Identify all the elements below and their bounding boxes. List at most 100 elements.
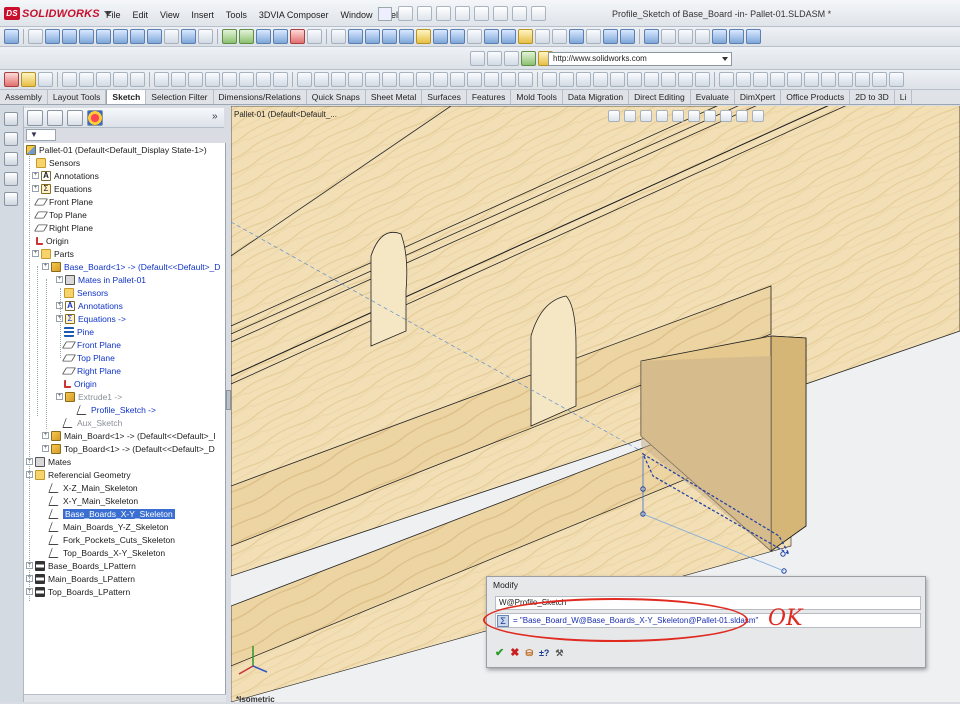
tab-surfaces[interactable]: Surfaces <box>422 90 467 104</box>
toolbar-tool-icon[interactable] <box>348 29 363 44</box>
toolbar-tool-icon[interactable] <box>96 29 111 44</box>
open-icon[interactable] <box>417 6 432 21</box>
new-document-icon[interactable] <box>398 6 413 21</box>
toolbar-tool-icon[interactable] <box>644 29 659 44</box>
sketch-tool-icon[interactable] <box>62 72 77 87</box>
sketch-tool-icon[interactable] <box>518 72 533 87</box>
sketch-tool-icon[interactable] <box>433 72 448 87</box>
tree-base-board-annotations[interactable]: + A Annotations <box>56 299 123 312</box>
toolbar-tool-icon[interactable] <box>586 29 601 44</box>
toolbar-tool-icon[interactable] <box>535 29 550 44</box>
sketch-tool-icon[interactable] <box>222 72 237 87</box>
tree-main-boards-yz-skeleton[interactable]: Main_Boards_Y-Z_Skeleton <box>48 520 169 533</box>
rebuild-icon[interactable] <box>512 6 527 21</box>
property-tab-icon[interactable] <box>47 110 63 126</box>
toolbar-tool-icon[interactable] <box>467 29 482 44</box>
toolbar-tool-icon[interactable] <box>433 29 448 44</box>
toolbar-tool-icon[interactable] <box>130 29 145 44</box>
expand-panel-icon[interactable]: » <box>212 111 218 122</box>
tree-main-boards-lpattern[interactable]: + Main_Boards_LPattern <box>26 572 135 585</box>
sketch-tool-icon[interactable] <box>331 72 346 87</box>
toolbar-tool-icon[interactable] <box>484 29 499 44</box>
sketch-tool-icon[interactable] <box>753 72 768 87</box>
tree-mates[interactable]: + Mates <box>26 455 71 468</box>
web-stop-icon[interactable] <box>487 51 502 66</box>
tab-overflow[interactable]: Li <box>895 90 913 104</box>
sketch-tool-icon[interactable] <box>838 72 853 87</box>
tab-dimensions-relations[interactable]: Dimensions/Relations <box>214 90 307 104</box>
tab-2d-to-3d[interactable]: 2D to 3D <box>850 90 895 104</box>
graphics-breadcrumb[interactable]: Pallet-01 (Default<Default_... <box>234 110 337 119</box>
edit-appearance-icon[interactable] <box>720 110 732 122</box>
sketch-tool-icon[interactable] <box>593 72 608 87</box>
zoom-to-area-icon[interactable] <box>624 110 636 122</box>
toolbar-tool-icon[interactable] <box>45 29 60 44</box>
toolbar-tool-icon[interactable] <box>290 29 305 44</box>
sketch-tool-icon[interactable] <box>719 72 734 87</box>
menu-edit[interactable]: Edit <box>127 8 155 22</box>
tree-root-assembly[interactable]: Pallet-01 (Default<Default_Display State… <box>26 143 207 156</box>
tab-layout-tools[interactable]: Layout Tools <box>48 90 107 104</box>
web-home-icon[interactable] <box>521 51 536 66</box>
tab-dimxpert[interactable]: DimXpert <box>735 90 782 104</box>
sketch-tool-icon[interactable] <box>21 72 36 87</box>
tab-evaluate[interactable]: Evaluate <box>691 90 735 104</box>
toolbar-tool-icon[interactable] <box>239 29 254 44</box>
url-input[interactable]: http://www.solidworks.com <box>548 52 732 66</box>
menu-3dvia-composer[interactable]: 3DVIA Composer <box>253 8 335 22</box>
sketch-tool-icon[interactable] <box>38 72 53 87</box>
expand-toggle-icon[interactable]: + <box>42 445 49 452</box>
tree-parts-folder[interactable]: + Parts <box>32 247 74 260</box>
menu-file[interactable]: File <box>100 8 127 22</box>
toolbar-tool-icon[interactable] <box>4 29 19 44</box>
tree-base-board[interactable]: + Base_Board<1> -> (Default<<Default>_D <box>42 260 220 273</box>
sketch-tool-icon[interactable] <box>855 72 870 87</box>
toolbar-tool-icon[interactable] <box>678 29 693 44</box>
hide-show-items-icon[interactable] <box>704 110 716 122</box>
tab-direct-editing[interactable]: Direct Editing <box>629 90 691 104</box>
sketch-tool-icon[interactable] <box>205 72 220 87</box>
solidworks-logo[interactable]: DS SOLIDWORKS <box>4 6 112 21</box>
sketch-tool-icon[interactable] <box>627 72 642 87</box>
tree-fork-pockets-cuts-skeleton[interactable]: Fork_Pockets_Cuts_Skeleton <box>48 533 175 546</box>
tree-annotations[interactable]: + A Annotations <box>32 169 99 182</box>
options-icon[interactable] <box>531 6 546 21</box>
toolbar-tool-icon[interactable] <box>661 29 676 44</box>
ok-check-button[interactable]: ✔ <box>495 647 504 659</box>
save-icon[interactable] <box>436 6 451 21</box>
configuration-tab-icon[interactable] <box>67 110 83 126</box>
sketch-tool-icon[interactable] <box>79 72 94 87</box>
undo-icon[interactable] <box>474 6 489 21</box>
toolbar-tool-icon[interactable] <box>256 29 271 44</box>
toolbar-tool-icon[interactable] <box>620 29 635 44</box>
tab-selection-filter[interactable]: Selection Filter <box>146 90 214 104</box>
sketch-tool-icon[interactable] <box>787 72 802 87</box>
tree-filter[interactable]: ▼ <box>26 129 56 141</box>
tab-sheet-metal[interactable]: Sheet Metal <box>366 90 423 104</box>
feature-tree-tab-icon[interactable] <box>27 110 43 126</box>
tree-mates-in-pallet[interactable]: + Mates in Pallet-01 <box>56 273 146 286</box>
sketch-tool-icon[interactable] <box>467 72 482 87</box>
toolbar-tool-icon[interactable] <box>416 29 431 44</box>
sketch-tool-icon[interactable] <box>872 72 887 87</box>
sketch-tool-icon[interactable] <box>113 72 128 87</box>
expand-toggle-icon[interactable]: + <box>56 276 63 283</box>
toolbar-tool-icon[interactable] <box>28 29 43 44</box>
tab-data-migration[interactable]: Data Migration <box>563 90 630 104</box>
toolbar-tool-icon[interactable] <box>729 29 744 44</box>
toolbar-tool-icon[interactable] <box>552 29 567 44</box>
tab-office-products[interactable]: Office Products <box>781 90 851 104</box>
view-settings-icon[interactable] <box>752 110 764 122</box>
reset-spin-increment-button[interactable]: ±? <box>539 647 549 659</box>
sketch-tool-icon[interactable] <box>821 72 836 87</box>
toolbar-tool-icon[interactable] <box>331 29 346 44</box>
tree-top-boards-lpattern[interactable]: + Top_Boards_LPattern <box>26 585 130 598</box>
tab-assembly[interactable]: Assembly <box>0 90 48 104</box>
expand-toggle-icon[interactable]: + <box>42 263 49 270</box>
tree-base-board-equations[interactable]: + Σ Equations -> <box>56 312 126 325</box>
tree-right-plane[interactable]: Right Plane <box>33 221 93 234</box>
sketch-tool-icon[interactable] <box>542 72 557 87</box>
tree-equations[interactable]: + Σ Equations <box>32 182 92 195</box>
apply-scene-icon[interactable] <box>736 110 748 122</box>
toolbar-tool-icon[interactable] <box>501 29 516 44</box>
